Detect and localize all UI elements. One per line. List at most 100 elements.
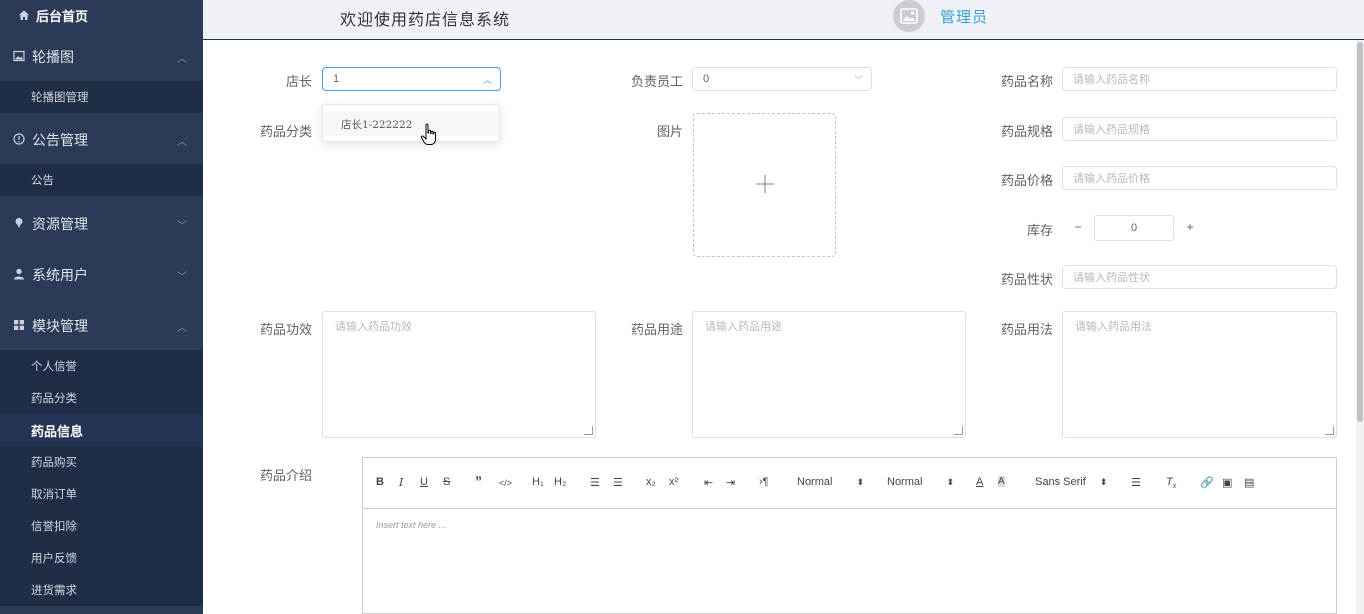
staff-select-value: 0: [703, 73, 710, 85]
minus-icon[interactable]: −: [1068, 220, 1088, 236]
user-icon: [12, 268, 26, 283]
method-label: 药品用法: [1000, 322, 1053, 337]
avatar[interactable]: [893, 0, 925, 32]
h1-icon[interactable]: H₁: [532, 476, 544, 488]
sidebar-item-label: 取消订单: [31, 489, 77, 501]
scrollbar-thumb[interactable]: [1357, 42, 1363, 422]
usage-textarea[interactable]: 请输入药品用途: [692, 311, 966, 438]
select-arrows-icon: ⬍: [856, 477, 864, 487]
spec-input[interactable]: 请输入药品规格: [1062, 117, 1337, 141]
superscript-icon[interactable]: x²: [669, 476, 678, 488]
sidebar-menu-system-user[interactable]: 系统用户 ﹀: [0, 252, 203, 298]
image-icon: [900, 8, 918, 24]
price-input[interactable]: 请输入药品价格: [1062, 166, 1337, 190]
sidebar-menu-label: 公告管理: [32, 132, 88, 148]
chevron-down-icon: ﹀: [177, 271, 187, 283]
home-icon: [18, 9, 30, 21]
dropdown-option[interactable]: 店长1-222222: [324, 112, 499, 136]
property-input[interactable]: 请输入药品性状: [1062, 265, 1337, 289]
image-icon: [12, 50, 26, 65]
drug-name-label: 药品名称: [1000, 74, 1053, 89]
manager-label: 店长: [285, 74, 312, 89]
method-textarea[interactable]: 请输入药品用法: [1062, 311, 1337, 438]
plus-icon[interactable]: +: [1180, 220, 1200, 236]
resize-handle[interactable]: [1325, 426, 1334, 435]
link-icon[interactable]: 🔗: [1200, 476, 1214, 489]
h2-icon[interactable]: H₂: [554, 476, 566, 488]
video-icon[interactable]: ▤: [1244, 476, 1254, 489]
sidebar-item-credit-deduct[interactable]: 信誉扣除: [0, 510, 203, 542]
image-icon[interactable]: ▣: [1222, 476, 1232, 489]
strike-icon[interactable]: S: [443, 476, 450, 488]
method-placeholder: 请输入药品用法: [1075, 321, 1152, 333]
stock-label: 库存: [1026, 223, 1053, 238]
sidebar-menu-resource[interactable]: 资源管理 ﹀: [0, 201, 203, 247]
admin-username[interactable]: 管理员: [940, 6, 988, 27]
indent-icon[interactable]: ⇥: [726, 476, 735, 489]
sidebar-item-credit[interactable]: 个人信誉: [0, 350, 203, 382]
stock-stepper: − 0 +: [1064, 215, 1204, 242]
outdent-icon[interactable]: ⇤: [704, 476, 713, 489]
bullet-list-icon[interactable]: ☰: [613, 476, 623, 489]
code-icon[interactable]: </>: [499, 478, 512, 488]
manager-select[interactable]: 1 ︿: [322, 67, 501, 91]
sidebar-item-label: 信誉扣除: [31, 521, 77, 533]
sidebar-item-drug-category[interactable]: 药品分类: [0, 382, 203, 414]
align-icon[interactable]: ☰: [1131, 476, 1141, 489]
chevron-down-icon: ﹀: [853, 75, 863, 85]
editor-content[interactable]: Insert text here ...: [376, 520, 446, 530]
effect-textarea[interactable]: 请输入药品功效: [322, 311, 596, 438]
select-arrows-icon: ⬍: [1099, 477, 1108, 487]
background-color-icon[interactable]: A: [998, 476, 1005, 487]
sidebar-item-notice[interactable]: 公告: [0, 164, 203, 196]
image-uploader[interactable]: [693, 113, 836, 257]
drug-name-input[interactable]: 请输入药品名称: [1062, 67, 1337, 91]
welcome-title: 欢迎使用药店信息系统: [340, 10, 511, 29]
ordered-list-icon[interactable]: ☰: [590, 476, 600, 489]
chevron-up-icon: ︿: [177, 53, 187, 65]
chevron-up-icon: ︿: [177, 322, 187, 334]
quote-icon[interactable]: ”: [475, 473, 482, 489]
sidebar-item-carousel-manage[interactable]: 轮播图管理: [0, 81, 203, 113]
manager-dropdown: 店长1-222222: [322, 104, 500, 142]
staff-select[interactable]: 0 ﹀: [692, 67, 872, 91]
underline-icon[interactable]: U: [420, 476, 428, 488]
sidebar-menu-module[interactable]: 模块管理 ︿: [0, 303, 203, 349]
usage-label: 药品用途: [630, 322, 683, 337]
intro-label: 药品介绍: [259, 468, 312, 483]
chevron-up-icon: ︿: [482, 75, 492, 85]
stock-input[interactable]: 0: [1094, 215, 1174, 241]
resize-handle[interactable]: [584, 426, 593, 435]
bold-icon[interactable]: B: [376, 476, 384, 488]
usage-placeholder: 请输入药品用途: [705, 321, 782, 333]
clear-format-icon[interactable]: Tx: [1166, 476, 1176, 490]
font-select[interactable]: Sans Serif ⬍: [1035, 476, 1107, 488]
sidebar-menu-carousel[interactable]: 轮播图 ︿: [0, 34, 203, 80]
category-label: 药品分类: [259, 124, 312, 139]
spec-label: 药品规格: [1000, 124, 1053, 139]
sidebar-item-label: 药品信息: [31, 423, 84, 439]
sidebar-item-drug-purchase[interactable]: 药品购买: [0, 446, 203, 478]
sidebar: 后台首页 轮播图 ︿ 轮播图管理 公告管理 ︿ 公告 资源管理 ﹀ 系统用户 ﹀: [0, 0, 203, 614]
subscript-icon[interactable]: x₂: [646, 476, 656, 488]
staff-label: 负责员工: [630, 74, 683, 89]
sidebar-item-drug-info[interactable]: 药品信息: [0, 414, 203, 446]
size-select-value: Normal: [887, 476, 923, 488]
size-select[interactable]: Normal ⬍: [887, 476, 954, 488]
sidebar-item-restock[interactable]: 进货需求: [0, 574, 203, 606]
effect-label: 药品功效: [259, 322, 312, 337]
select-arrows-icon: ⬍: [946, 477, 954, 487]
resize-handle[interactable]: [954, 426, 963, 435]
editor-toolbar: B I U S ” </> H₁ H₂ ☰ ☰ x₂ x² ⇤ ⇥ ›¶ Nor…: [363, 458, 1336, 509]
header-select[interactable]: Normal ⬍: [797, 476, 864, 488]
sidebar-item-feedback[interactable]: 用户反馈: [0, 542, 203, 574]
sidebar-item-home[interactable]: 后台首页: [0, 0, 203, 30]
sidebar-item-label: 公告: [31, 175, 54, 187]
text-direction-icon[interactable]: ›¶: [759, 476, 769, 488]
pin-icon: [12, 217, 26, 232]
font-color-icon[interactable]: A: [976, 476, 983, 488]
plus-icon: [755, 169, 775, 201]
italic-icon[interactable]: I: [399, 476, 403, 489]
sidebar-menu-notice[interactable]: 公告管理 ︿: [0, 117, 203, 163]
sidebar-item-cancel-order[interactable]: 取消订单: [0, 478, 203, 510]
